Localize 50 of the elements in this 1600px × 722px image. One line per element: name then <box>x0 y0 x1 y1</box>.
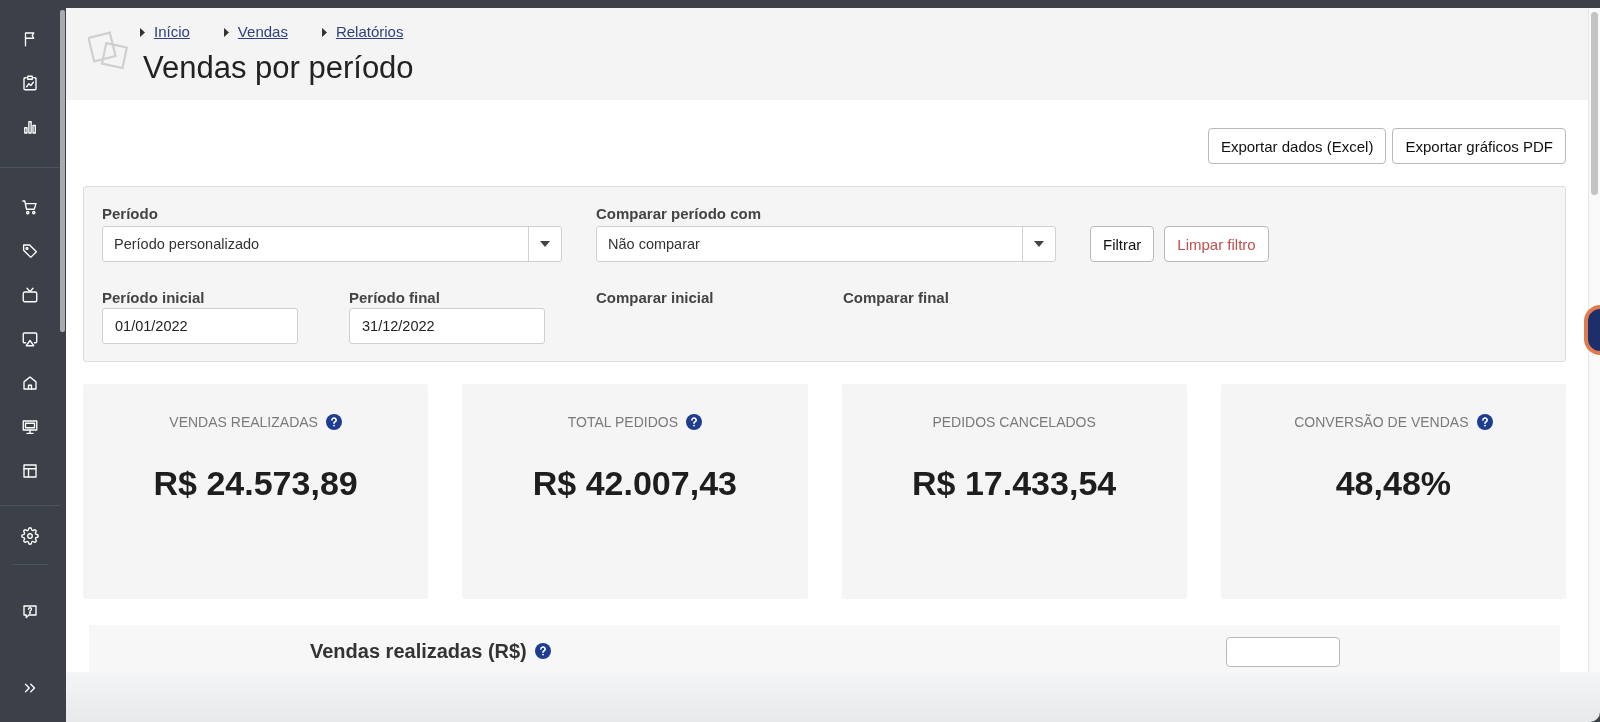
stat-label: CONVERSÃO DE VENDAS <box>1294 413 1469 432</box>
help-icon[interactable] <box>1476 414 1493 430</box>
field-label: Período inicial <box>102 288 206 308</box>
stat-label: TOTAL PEDIDOS <box>567 413 678 432</box>
date-field[interactable]: 31/12/2022 <box>349 308 545 344</box>
bar-chart-icon[interactable] <box>21 118 39 136</box>
cart-icon[interactable] <box>21 198 39 216</box>
field-label: Período final <box>349 288 441 308</box>
caret-right-icon <box>321 27 327 37</box>
help-icon[interactable] <box>325 414 342 430</box>
export-button[interactable]: Exportar dados (Excel) <box>1207 128 1387 164</box>
stat-label: VENDAS REALIZADAS <box>169 413 318 432</box>
caret-down-icon <box>540 241 550 247</box>
caret-down-icon <box>1034 241 1044 247</box>
period-select[interactable]: Período personalizado <box>102 226 562 262</box>
settings-icon[interactable] <box>21 527 39 545</box>
help-chat-icon[interactable] <box>21 603 39 621</box>
stat-value: R$ 42.007,43 <box>532 463 737 503</box>
desktop-icon[interactable] <box>21 418 39 436</box>
compare-period-select[interactable]: Não comparar <box>596 226 1056 262</box>
field-label: Comparar período com <box>596 204 763 224</box>
stat-label: PEDIDOS CANCELADOS <box>932 413 1096 432</box>
stacked-pages-icon <box>88 30 130 72</box>
stat-value: R$ 17.433,54 <box>912 463 1117 503</box>
home-icon[interactable] <box>21 374 39 392</box>
tv-icon[interactable] <box>21 286 39 304</box>
screen-cast-icon[interactable] <box>21 330 39 348</box>
caret-right-icon <box>140 27 145 37</box>
breadcrumb-link[interactable]: Vendas <box>237 22 288 42</box>
clear-filter-button[interactable]: Limpar filtro <box>1164 226 1269 262</box>
filter-button[interactable]: Filtrar <box>1090 226 1155 262</box>
field-label: Comparar final <box>843 288 950 308</box>
breadcrumb-link[interactable]: Relatórios <box>335 22 404 42</box>
export-button[interactable]: Exportar gráficos PDF <box>1392 128 1566 164</box>
help-icon[interactable] <box>686 414 702 430</box>
scrollbar-thumb[interactable] <box>1591 12 1598 195</box>
layout-icon[interactable] <box>21 462 39 480</box>
breadcrumb-link[interactable]: Início <box>154 22 190 42</box>
clipboard-chart-icon[interactable] <box>21 74 39 92</box>
help-icon[interactable] <box>534 643 551 659</box>
caret-right-icon <box>223 27 229 37</box>
stat-value: 48,48% <box>1335 463 1452 503</box>
tag-icon[interactable] <box>21 242 39 260</box>
page-title: Vendas por período <box>143 49 414 87</box>
sidebar-scrollbar-thumb[interactable] <box>60 10 65 332</box>
field-label: Comparar inicial <box>596 288 715 308</box>
chart-title: Vendas realizadas (R$) <box>310 639 527 663</box>
stat-value: R$ 24.573,89 <box>153 463 358 503</box>
field-label: Período <box>102 204 159 224</box>
date-field[interactable]: 01/01/2022 <box>102 308 298 344</box>
